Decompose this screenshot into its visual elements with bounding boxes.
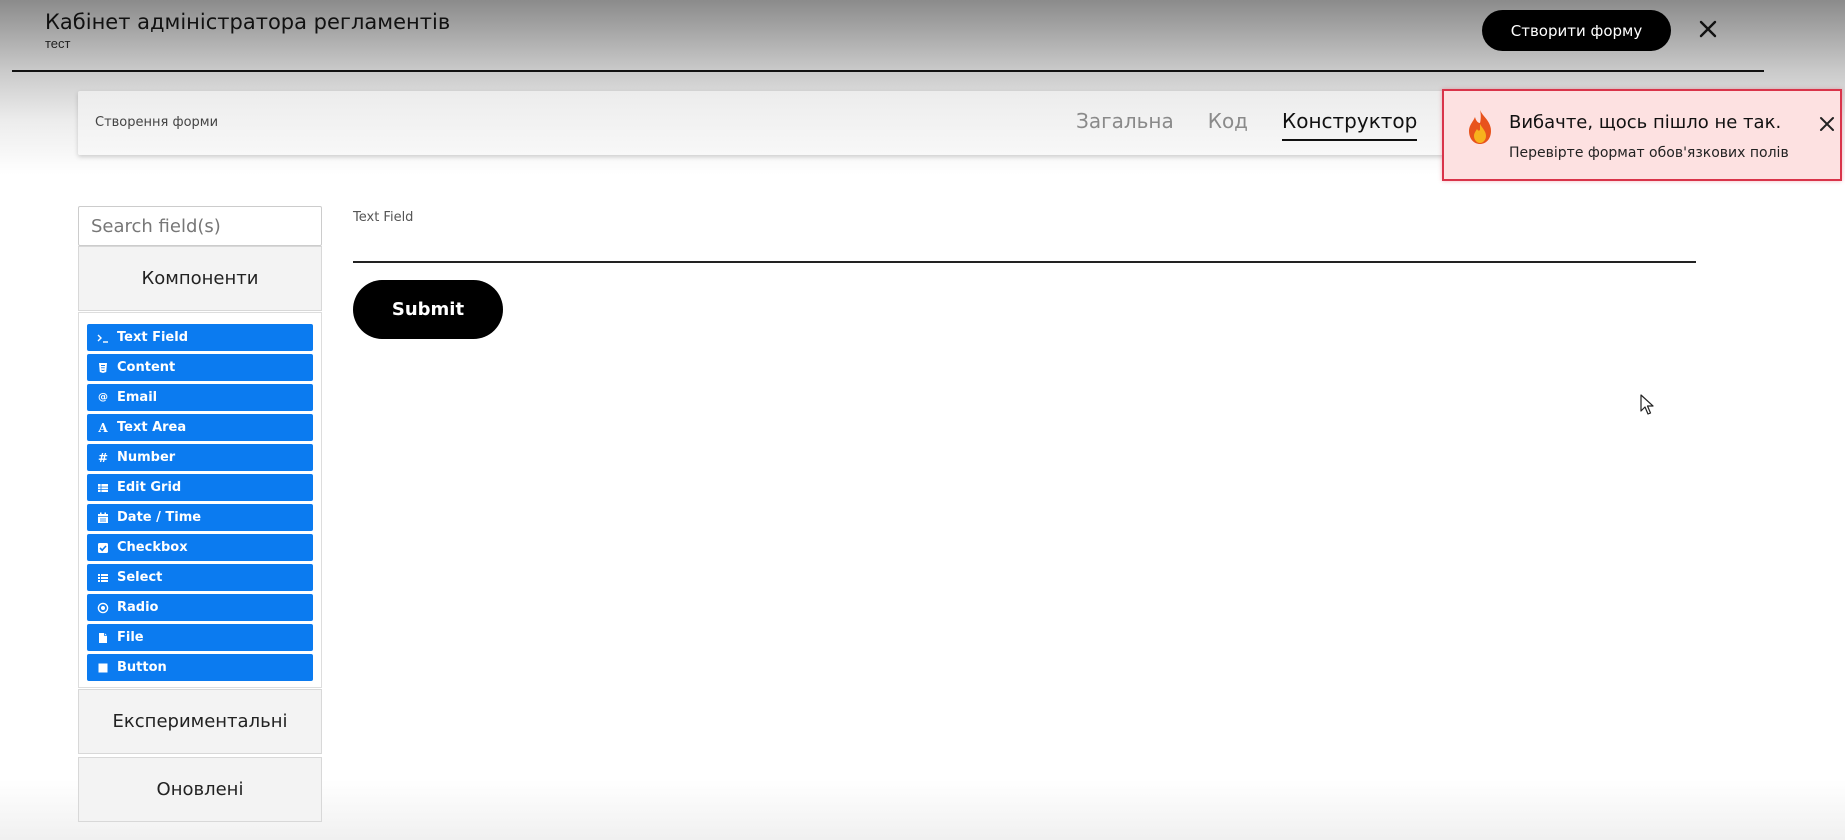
search-fields-input[interactable]	[78, 206, 322, 246]
component-label: Date / Time	[117, 510, 202, 525]
component-button[interactable]: Button	[87, 654, 313, 681]
component-text-area[interactable]: A Text Area	[87, 414, 313, 441]
component-label: Number	[117, 450, 176, 465]
tab-constructor[interactable]: Конструктор	[1282, 109, 1418, 141]
tab-general[interactable]: Загальна	[1076, 109, 1174, 141]
stop-icon	[97, 662, 109, 674]
app-header: Кабінет адміністратора регламентів тест …	[0, 0, 1845, 72]
dot-circle-icon	[97, 602, 109, 614]
toast-message: Перевірте формат обов'язкових полів	[1509, 145, 1789, 161]
component-label: Email	[117, 390, 158, 405]
component-radio[interactable]: Radio	[87, 594, 313, 621]
toast-close-icon[interactable]	[1818, 115, 1836, 133]
app-subtitle: тест	[45, 36, 71, 51]
component-email[interactable]: @ Email	[87, 384, 313, 411]
updated-group-header[interactable]: Оновлені	[78, 757, 322, 822]
component-label: Button	[117, 660, 167, 675]
component-label: Radio	[117, 600, 159, 615]
component-label: Text Field	[117, 330, 188, 345]
hashtag-icon: #	[97, 450, 109, 465]
create-form-button[interactable]: Створити форму	[1482, 10, 1671, 51]
component-text-field[interactable]: Text Field	[87, 324, 313, 351]
html5-icon	[97, 362, 109, 374]
editor-tabs: Загальна Код Конструктор	[1076, 109, 1451, 141]
file-icon	[97, 632, 109, 644]
component-edit-grid[interactable]: Edit Grid	[87, 474, 313, 501]
at-icon: @	[98, 392, 108, 403]
components-panel: Text Field Content @ Email A Text Area #…	[78, 312, 322, 688]
components-group-header[interactable]: Компоненти	[78, 246, 322, 311]
component-number[interactable]: # Number	[87, 444, 313, 471]
form-editor-header: Створення форми Загальна Код Конструктор	[78, 91, 1538, 155]
check-square-icon	[97, 542, 109, 554]
component-file[interactable]: File	[87, 624, 313, 651]
component-select[interactable]: Select	[87, 564, 313, 591]
fire-icon	[1469, 110, 1491, 144]
component-date-time[interactable]: Date / Time	[87, 504, 313, 531]
font-icon: A	[98, 420, 108, 435]
component-checkbox[interactable]: Checkbox	[87, 534, 313, 561]
calendar-icon	[97, 512, 109, 524]
component-content[interactable]: Content	[87, 354, 313, 381]
terminal-icon	[97, 332, 109, 344]
component-label: Text Area	[117, 420, 187, 435]
component-label: Content	[117, 360, 176, 375]
component-label: Select	[117, 570, 163, 585]
text-field-label: Text Field	[353, 210, 414, 225]
component-label: File	[117, 630, 144, 645]
error-toast: Вибачте, щось пішло не так. Перевірте фо…	[1442, 89, 1842, 181]
app-title: Кабінет адміністратора регламентів	[45, 10, 451, 34]
list-icon	[97, 572, 109, 584]
header-divider	[12, 70, 1764, 72]
experimental-group-header[interactable]: Експериментальні	[78, 689, 322, 754]
form-editor-title: Створення форми	[95, 115, 219, 130]
components-list: Text Field Content @ Email A Text Area #…	[87, 324, 313, 684]
close-icon[interactable]	[1697, 18, 1719, 40]
toast-title: Вибачте, щось пішло не так.	[1509, 112, 1782, 133]
component-label: Checkbox	[117, 540, 188, 555]
grid-icon	[97, 482, 109, 494]
component-label: Edit Grid	[117, 480, 182, 495]
tab-code[interactable]: Код	[1208, 109, 1248, 141]
mouse-cursor-icon	[1640, 394, 1654, 415]
submit-button[interactable]: Submit	[353, 280, 503, 339]
text-field-input[interactable]	[353, 228, 1696, 263]
